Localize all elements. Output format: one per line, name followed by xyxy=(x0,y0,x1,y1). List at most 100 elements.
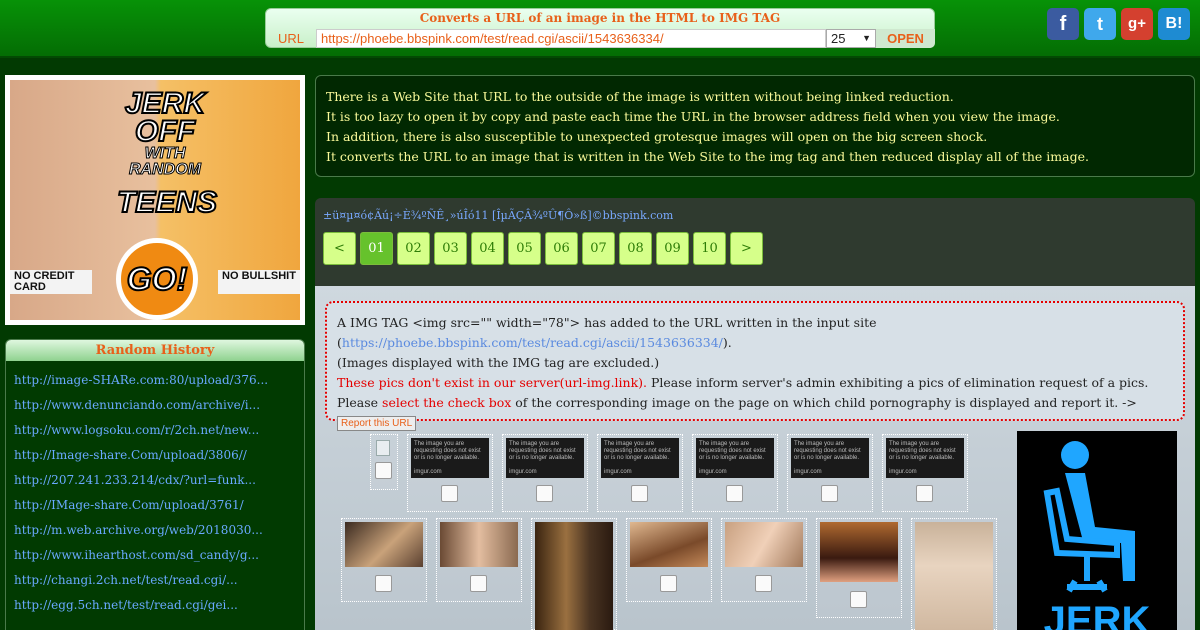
report-checkbox[interactable] xyxy=(536,485,553,502)
history-link[interactable]: http://www.logsoku.com/r/2ch.net/new... xyxy=(14,423,304,448)
notice-text: Please inform server's admin exhibiting … xyxy=(647,375,1149,390)
thumb-cell xyxy=(531,518,617,630)
unavailable-brand: imgur.com xyxy=(414,469,442,475)
thumbnail-image[interactable] xyxy=(725,522,803,567)
thumbnail-image[interactable] xyxy=(345,522,423,567)
source-url-link[interactable]: https://phoebe.bbspink.com/test/read.cgi… xyxy=(342,335,723,350)
open-button[interactable]: OPEN xyxy=(876,29,935,48)
report-checkbox[interactable] xyxy=(375,575,392,592)
history-link[interactable]: http://IMage-share.Com/upload/3761/ xyxy=(14,498,304,523)
thumb-cell xyxy=(911,518,997,630)
unavailable-brand: imgur.com xyxy=(509,469,537,475)
paren-close: ). xyxy=(722,335,732,350)
unavailable-image[interactable]: The image you are requesting does not ex… xyxy=(411,438,489,478)
unavailable-brand: imgur.com xyxy=(604,469,632,475)
report-checkbox[interactable] xyxy=(755,575,772,592)
thumb-cell: The image you are requesting does not ex… xyxy=(882,434,968,512)
unavailable-brand: imgur.com xyxy=(699,469,727,475)
report-checkbox[interactable] xyxy=(821,485,838,502)
ad-banner[interactable]: JERK OFF WITH RANDOM TEENS GO! NO CREDIT… xyxy=(5,75,305,325)
page-button[interactable]: 06 xyxy=(545,232,578,265)
thumbnail-image[interactable] xyxy=(440,522,518,567)
report-checkbox[interactable] xyxy=(916,485,933,502)
page-button[interactable]: 03 xyxy=(434,232,467,265)
description-line: There is a Web Site that URL to the outs… xyxy=(326,89,954,104)
unavailable-image[interactable]: The image you are requesting does not ex… xyxy=(601,438,679,478)
history-link[interactable]: http://www.denunciando.com/archive/i... xyxy=(14,398,304,423)
report-checkbox[interactable] xyxy=(660,575,677,592)
twitter-icon[interactable]: t xyxy=(1084,8,1116,40)
ad-go-button[interactable]: GO! xyxy=(116,238,198,320)
random-history-panel: Random History http://image-SHARe.com:80… xyxy=(5,339,305,630)
broken-image-icon xyxy=(376,440,390,456)
thumbnail-image[interactable] xyxy=(820,522,898,582)
side-ad[interactable]: JERK xyxy=(1017,431,1177,630)
history-link[interactable]: http://changi.2ch.net/test/read.cgi/... xyxy=(14,573,304,598)
history-link[interactable]: http://207.241.233.214/cdx/?url=funk... xyxy=(14,473,304,498)
unavailable-brand: imgur.com xyxy=(794,469,822,475)
count-select[interactable]: 25 ▼ xyxy=(826,29,876,48)
report-checkbox[interactable] xyxy=(631,485,648,502)
page-next-button[interactable]: > xyxy=(730,232,763,265)
page-button[interactable]: 09 xyxy=(656,232,689,265)
history-link[interactable]: http://m.web.archive.org/web/2018030... xyxy=(14,523,304,548)
history-list: http://image-SHARe.com:80/upload/376... … xyxy=(6,361,304,623)
unavailable-image[interactable]: The image you are requesting does not ex… xyxy=(696,438,774,478)
notice-warning: These pics don't exist in our server(url… xyxy=(337,375,648,390)
description-panel: There is a Web Site that URL to the outs… xyxy=(315,75,1195,177)
hatena-bookmark-icon[interactable]: B! xyxy=(1158,8,1190,40)
report-checkbox[interactable] xyxy=(375,462,392,479)
unavailable-image[interactable]: The image you are requesting does not ex… xyxy=(791,438,869,478)
unavailable-image[interactable]: The image you are requesting does not ex… xyxy=(506,438,584,478)
description-line: In addition, there is also susceptible t… xyxy=(326,129,988,144)
report-checkbox[interactable] xyxy=(850,591,867,608)
thread-panel: ±ü¤µ¤ó¢Ãú¡÷È¾ºÑÊ¸»úÎó11 [ÎµÃÇÂ¾ºÛ¶Ô»ß]©b… xyxy=(315,198,1195,286)
thumbnail-image[interactable] xyxy=(630,522,708,567)
page-button-current[interactable]: 01 xyxy=(360,232,393,265)
thumbnail-image[interactable] xyxy=(535,522,613,630)
history-link[interactable]: http://image-SHARe.com:80/upload/376... xyxy=(14,373,304,398)
url-input[interactable]: https://phoebe.bbspink.com/test/read.cgi… xyxy=(316,29,826,48)
thumb-cell xyxy=(721,518,807,602)
thumb-cell: The image you are requesting does not ex… xyxy=(502,434,588,512)
history-link[interactable]: http://egg.5ch.net/test/read.cgi/gei... xyxy=(14,598,304,623)
report-checkbox[interactable] xyxy=(441,485,458,502)
random-history-title: Random History xyxy=(6,340,304,361)
report-checkbox[interactable] xyxy=(470,575,487,592)
thumb-cell xyxy=(370,434,398,490)
report-checkbox[interactable] xyxy=(726,485,743,502)
page-button[interactable]: 08 xyxy=(619,232,652,265)
thumbnail-image[interactable] xyxy=(915,522,993,630)
page-button[interactable]: 05 xyxy=(508,232,541,265)
page-button[interactable]: 10 xyxy=(693,232,726,265)
thumb-cell xyxy=(436,518,522,602)
count-select-value: 25 xyxy=(831,31,846,46)
page-button[interactable]: 02 xyxy=(397,232,430,265)
page-button[interactable]: 04 xyxy=(471,232,504,265)
unavailable-brand: imgur.com xyxy=(889,469,917,475)
history-link[interactable]: http://www.ihearthost.com/sd_candy/g... xyxy=(14,548,304,573)
pagination: < 01 02 03 04 05 06 07 08 09 10 > xyxy=(323,232,767,265)
thumb-cell: The image you are requesting does not ex… xyxy=(407,434,493,512)
page-prev-button[interactable]: < xyxy=(323,232,356,265)
unavailable-text: The image you are requesting does not ex… xyxy=(889,441,956,461)
ad-banner-art: JERK OFF WITH RANDOM TEENS GO! NO CREDIT… xyxy=(10,80,300,320)
unavailable-image[interactable]: The image you are requesting does not ex… xyxy=(886,438,964,478)
page-button[interactable]: 07 xyxy=(582,232,615,265)
report-url-button[interactable]: Report this URL xyxy=(337,416,417,431)
ad-tagline: TEENS xyxy=(116,186,218,219)
ad-no-credit: NO CREDIT CARD xyxy=(10,270,92,294)
googleplus-icon[interactable]: g+ xyxy=(1121,8,1153,40)
description-line: It is too lazy to open it by copy and pa… xyxy=(326,109,1060,124)
notice-text: Please xyxy=(337,395,383,410)
ad-no-bullshit: NO BULLSHIT xyxy=(218,270,300,294)
facebook-icon[interactable]: f xyxy=(1047,8,1079,40)
thread-title[interactable]: ±ü¤µ¤ó¢Ãú¡÷È¾ºÑÊ¸»úÎó11 [ÎµÃÇÂ¾ºÛ¶Ô»ß]©b… xyxy=(323,209,673,222)
history-link[interactable]: http://Image-share.Com/upload/3806// xyxy=(14,448,304,473)
thumb-cell xyxy=(816,518,902,618)
thumb-cell xyxy=(626,518,712,602)
notice-text: of the corresponding image on the page o… xyxy=(511,395,1137,410)
url-converter-form: Converts a URL of an image in the HTML t… xyxy=(265,8,935,48)
chevron-down-icon: ▼ xyxy=(862,33,871,43)
unavailable-text: The image you are requesting does not ex… xyxy=(699,441,766,461)
